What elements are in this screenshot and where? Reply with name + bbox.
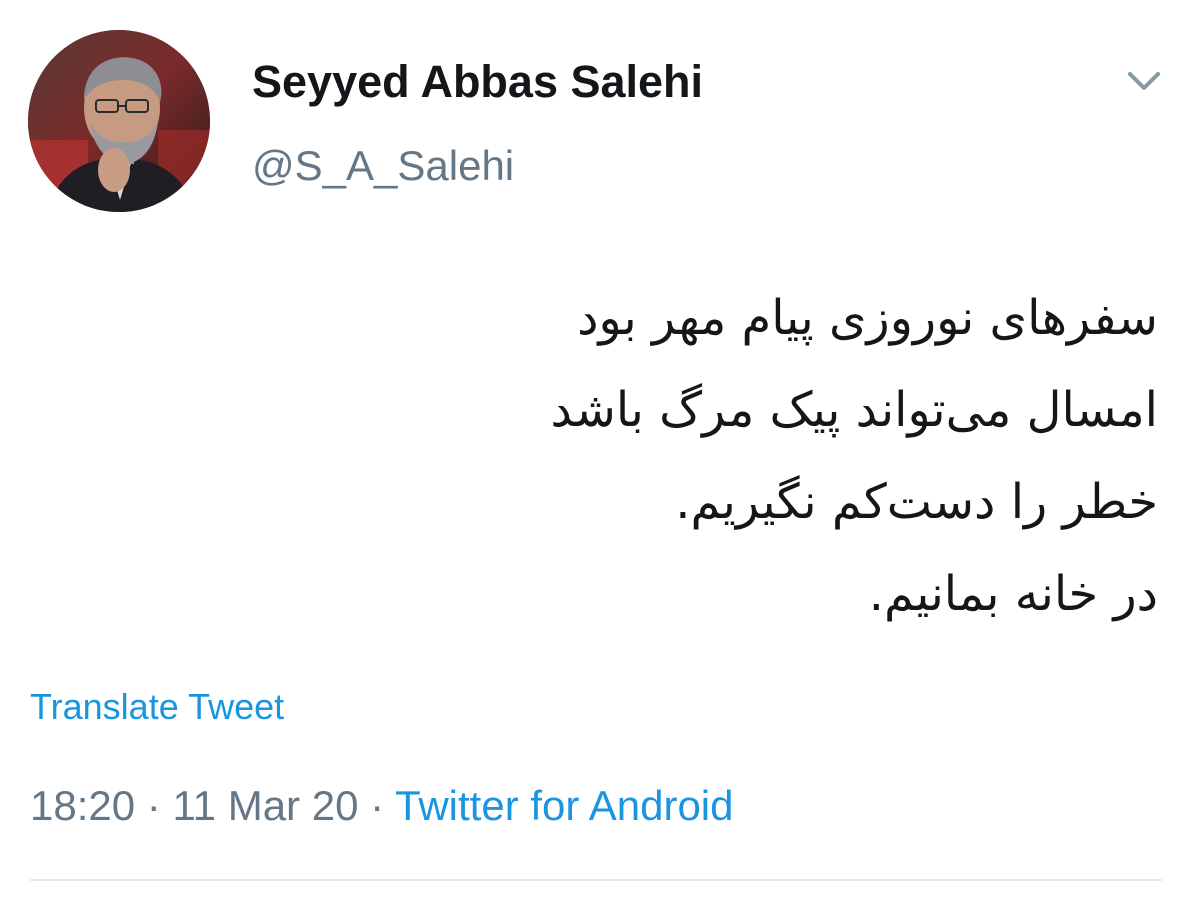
divider [30,879,1162,881]
translate-tweet-link[interactable]: Translate Tweet [30,682,284,732]
tweet-date[interactable]: 11 Mar 20 [172,782,358,829]
tweet-card: Seyyed Abbas Salehi @S_A_Salehi سفرهای ن… [0,0,1200,897]
tweet-line: در خانه بمانیم. [868,566,1158,622]
avatar[interactable] [28,30,210,212]
tweet-line: امسال می‌تواند پیک مرگ باشد [550,382,1158,438]
tweet-source-link[interactable]: Twitter for Android [395,782,733,829]
tweet-line: سفرهای نوروزی پیام مهر بود [577,290,1158,346]
tweet-meta: 18:20 · 11 Mar 20 · Twitter for Android [30,776,734,836]
profile-photo-icon [28,30,210,212]
meta-separator: · [358,782,396,829]
tweet-text: سفرهای نوروزی پیام مهر بود امسال می‌توان… [58,272,1158,640]
author-handle[interactable]: @S_A_Salehi [252,136,514,196]
author-display-name[interactable]: Seyyed Abbas Salehi [252,52,703,112]
tweet-line: خطر را دست‌کم نگیریم. [675,474,1158,530]
tweet-time[interactable]: 18:20 [30,782,135,829]
meta-separator: · [135,782,173,829]
chevron-down-icon[interactable] [1124,64,1164,98]
